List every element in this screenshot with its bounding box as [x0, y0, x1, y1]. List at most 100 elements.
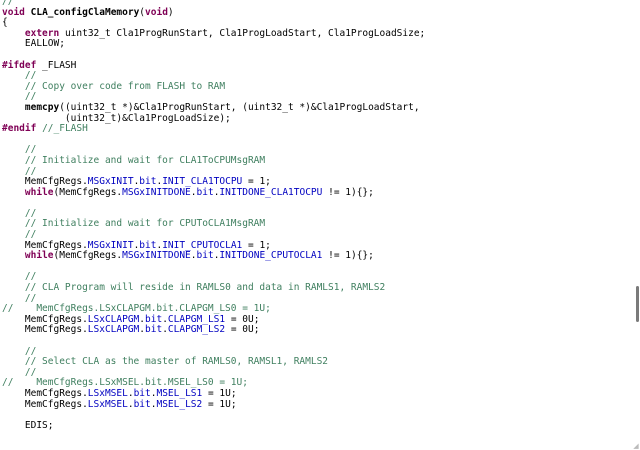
code-editor[interactable]: // void CLA_configClaMemory(void){ extern… — [0, 0, 640, 450]
code-token: bit — [145, 324, 163, 336]
code-token: // — [24, 292, 37, 304]
code-line[interactable]: while(MemCfgRegs.MSGxINITDONE.bit.INITDO… — [2, 250, 425, 262]
code-token: #ifdef — [2, 59, 37, 71]
code-token: void — [145, 6, 168, 18]
code-token: != 1){}; — [322, 250, 374, 262]
code-token: bit — [139, 176, 157, 188]
code-token: LSxCLAPGM — [87, 313, 140, 325]
code-token: = 0U; — [225, 313, 260, 325]
code-token: while — [24, 186, 54, 198]
code-line[interactable] — [2, 135, 425, 146]
code-line[interactable]: // Copy over code from FLASH to RAM — [2, 81, 425, 93]
code-line[interactable] — [2, 262, 425, 273]
code-token: // — [24, 91, 37, 103]
code-token: MemCfgRegs. — [2, 176, 88, 188]
code-token: INITDONE_CPUTOCLA1 — [219, 250, 323, 262]
code-line[interactable]: // Initialize and wait for CPUToCLA1MsgR… — [2, 219, 425, 230]
code-token: // CLA Program will reside in RAMLS0 and… — [24, 282, 386, 294]
code-token: ) — [167, 6, 174, 18]
code-line[interactable]: // CLA Program will reside in RAMLS0 and… — [2, 282, 425, 294]
code-token: _FLASH — [36, 59, 77, 71]
code-token: MemCfgRegs. — [2, 313, 88, 325]
code-token: = 0U; — [225, 324, 260, 336]
code-area[interactable]: // void CLA_configClaMemory(void){ extern… — [2, 0, 425, 450]
code-token: CLA_configClaMemory — [30, 6, 140, 18]
code-token: (uint32_t)&Cla1ProgLoadSize); — [2, 112, 231, 124]
code-token: bit — [139, 239, 157, 251]
code-line[interactable] — [2, 198, 425, 209]
code-line[interactable]: EALLOW; — [2, 39, 425, 50]
code-token: { — [2, 17, 8, 29]
code-line[interactable] — [2, 431, 425, 442]
code-token: = 1U; — [202, 398, 237, 410]
vertical-scrollbar[interactable] — [634, 0, 640, 450]
code-token: = 1U; — [202, 387, 237, 399]
code-line[interactable]: MemCfgRegs.LSxCLAPGM.bit.CLAPGM_LS2 = 0U… — [2, 325, 425, 336]
code-token: bit — [133, 387, 151, 399]
code-token: (MemCfgRegs. — [53, 250, 123, 262]
code-line[interactable] — [2, 410, 425, 421]
code-token: // MemCfgRegs.LSxMSEL.bit.MSEL_LS0 = 1U; — [2, 377, 248, 389]
code-line[interactable] — [2, 442, 425, 450]
code-token: bit — [196, 186, 214, 198]
code-token: // — [24, 345, 37, 357]
code-token: (MemCfgRegs. — [53, 186, 123, 198]
code-token: // — [24, 144, 37, 156]
code-token: LSxMSEL — [87, 398, 128, 410]
code-token: INIT_CLA1TOCPU — [162, 176, 243, 188]
code-token: #endif — [2, 123, 37, 135]
code-token: // — [24, 70, 37, 82]
code-token: MSEL_LS1 — [156, 387, 203, 399]
code-token: EDIS; — [2, 419, 54, 431]
scrollbar-thumb[interactable] — [636, 286, 639, 322]
code-token: // — [24, 229, 37, 241]
code-token: MemCfgRegs. — [2, 398, 88, 410]
code-line[interactable]: EDIS; — [2, 419, 425, 432]
code-line[interactable]: #endif //_FLASH — [2, 123, 425, 135]
code-line[interactable]: // Initialize and wait for CLA1ToCPUMsgR… — [2, 155, 425, 167]
code-line[interactable]: extern uint32_t Cla1ProgRunStart, Cla1Pr… — [2, 27, 425, 40]
code-line[interactable] — [2, 336, 425, 347]
code-token: // — [24, 271, 37, 283]
code-token: // MemCfgRegs.LSxCLAPGM.bit.CLAPGM_LS0 =… — [2, 303, 271, 315]
code-token: // — [24, 165, 37, 177]
resize-corner-icon: ◢ — [633, 442, 639, 450]
code-line[interactable]: while(MemCfgRegs.MSGxINITDONE.bit.INITDO… — [2, 186, 425, 199]
code-token: CLAPGM_LS2 — [167, 324, 226, 336]
code-token: //_FLASH — [42, 123, 88, 135]
code-token: INIT_CPUTOCLA1 — [162, 239, 243, 251]
code-token: extern — [24, 27, 60, 39]
code-token: // — [24, 366, 37, 378]
code-line[interactable]: // Select CLA as the master of RAMLS0, R… — [2, 356, 425, 368]
code-token: MSEL_LS2 — [156, 398, 203, 410]
code-token: // — [24, 207, 37, 219]
code-token: MemCfgRegs. — [2, 239, 88, 251]
code-token: bit — [133, 398, 151, 410]
code-token: void — [2, 6, 25, 18]
code-token: LSxMSEL — [87, 387, 128, 399]
code-line[interactable]: void CLA_configClaMemory(void) — [2, 6, 425, 19]
code-token: MemCfgRegs. — [2, 387, 88, 399]
code-token: != 1){}; — [322, 186, 374, 198]
code-token: MemCfgRegs. — [2, 324, 88, 336]
code-line[interactable]: #ifdef _FLASH — [2, 59, 425, 72]
code-token: EALLOW; — [2, 38, 65, 50]
code-token: MSGxINIT — [87, 239, 134, 251]
code-line[interactable]: MemCfgRegs.LSxMSEL.bit.MSEL_LS2 = 1U; — [2, 398, 425, 411]
